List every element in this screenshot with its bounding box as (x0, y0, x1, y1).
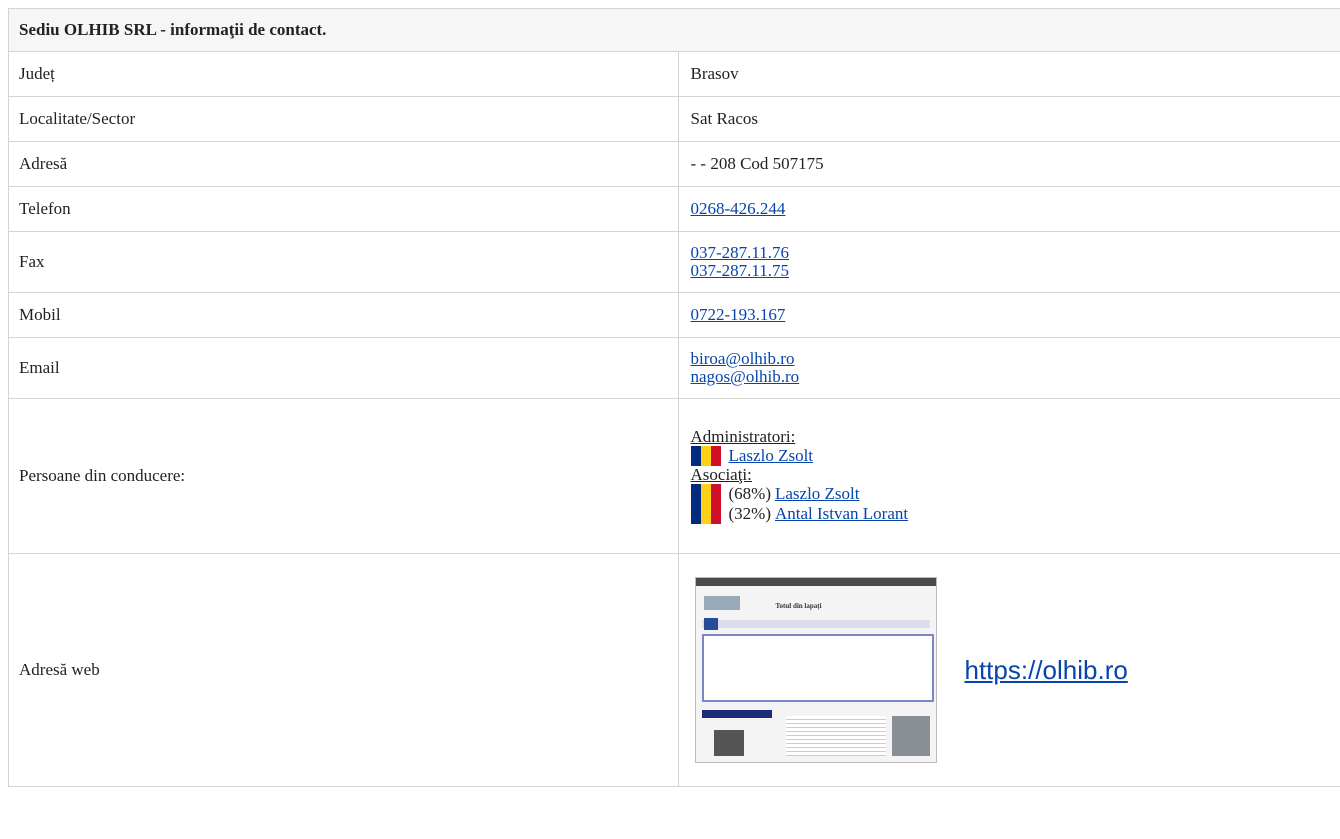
telefon-link[interactable]: 0268-426.244 (691, 199, 786, 218)
associate-entry: (68%) Laszlo Zsolt (690, 484, 1338, 504)
persoane-label: Persoane din conducere: (8, 398, 679, 554)
website-link[interactable]: https://olhib.ro (965, 655, 1128, 686)
table-row: Adresă web Totul din lapați https://olhi… (8, 553, 1340, 787)
associate-link[interactable]: Antal Istvan Lorant (775, 505, 908, 523)
table-title: Sediu OLHIB SRL - informaţii de contact. (8, 8, 1340, 52)
admin-link[interactable]: Laszlo Zsolt (729, 447, 814, 465)
telefon-label: Telefon (8, 186, 679, 232)
localitate-label: Localitate/Sector (8, 96, 679, 142)
table-row: Mobil 0722-193.167 (8, 292, 1340, 338)
adresa-label: Adresă (8, 141, 679, 187)
associate-link[interactable]: Laszlo Zsolt (775, 485, 860, 503)
email-label: Email (8, 337, 679, 399)
table-row: Fax 037-287.11.76 037-287.11.75 (8, 231, 1340, 293)
web-label: Adresă web (8, 553, 679, 787)
website-thumbnail[interactable]: Totul din lapați (694, 577, 937, 763)
table-title-row: Sediu OLHIB SRL - informaţii de contact. (8, 8, 1340, 52)
table-row: Localitate/Sector Sat Racos (8, 96, 1340, 142)
table-row: Telefon 0268-426.244 (8, 186, 1340, 232)
associate-share: (32%) (728, 504, 771, 523)
adresa-value: - - 208 Cod 507175 (677, 141, 1340, 187)
administrators-heading: Administratori: (690, 427, 796, 446)
contact-table: Sediu OLHIB SRL - informaţii de contact.… (8, 8, 1340, 787)
judet-label: Județ (8, 51, 679, 97)
romania-flag-icon (690, 446, 721, 466)
localitate-value: Sat Racos (677, 96, 1340, 142)
fax-link-2[interactable]: 037-287.11.75 (691, 262, 1338, 280)
fax-link-1[interactable]: 037-287.11.76 (691, 244, 1338, 262)
table-row: Județ Brasov (8, 51, 1340, 97)
romania-flag-icon (690, 484, 721, 504)
associates-heading: Asociaţi: (690, 465, 752, 484)
romania-flag-icon (690, 504, 721, 524)
table-row: Persoane din conducere: Administratori: … (8, 398, 1340, 554)
mobil-label: Mobil (8, 292, 679, 338)
admin-entry: Laszlo Zsolt (690, 446, 1338, 466)
judet-value: Brasov (677, 51, 1340, 97)
email-link-2[interactable]: nagos@olhib.ro (691, 368, 1338, 386)
associate-entry: (32%) Antal Istvan Lorant (690, 504, 1338, 524)
associate-share: (68%) (728, 484, 771, 503)
thumbnail-heading: Totul din lapați (775, 602, 822, 610)
mobil-link[interactable]: 0722-193.167 (691, 305, 786, 324)
fax-label: Fax (8, 231, 679, 293)
table-row: Adresă - - 208 Cod 507175 (8, 141, 1340, 187)
table-row: Email biroa@olhib.ro nagos@olhib.ro (8, 337, 1340, 399)
company-contact-panel: Sediu OLHIB SRL - informaţii de contact.… (8, 8, 1340, 787)
email-link-1[interactable]: biroa@olhib.ro (691, 350, 1338, 368)
